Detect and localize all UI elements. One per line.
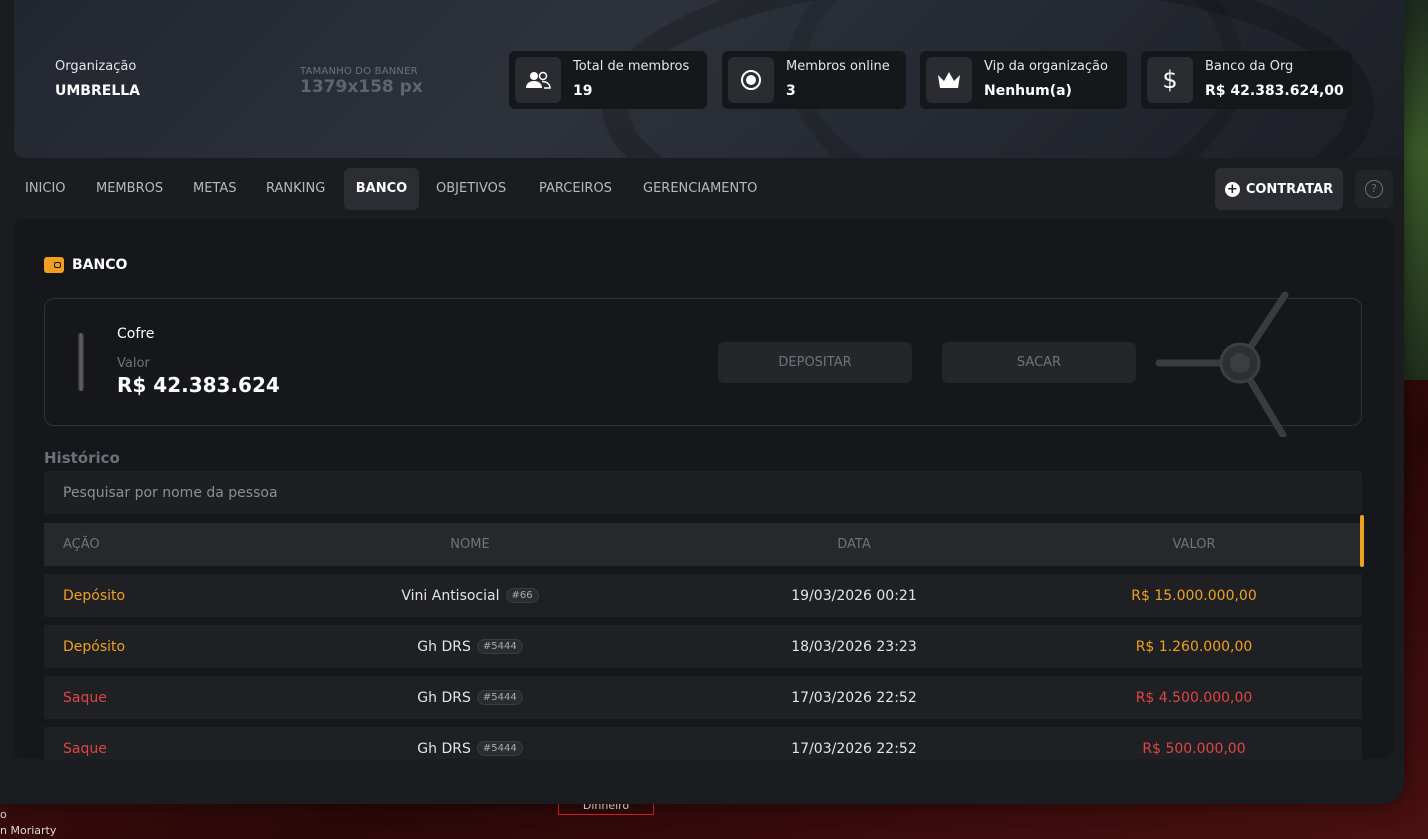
- history-scrollbar[interactable]: [1360, 515, 1364, 567]
- stat-value: R$ 42.383.624,00: [1205, 83, 1344, 99]
- stat-value: Nenhum(a): [984, 83, 1072, 99]
- column-header-data: DATA: [837, 537, 871, 552]
- row-id-badge: #5444: [476, 639, 523, 654]
- history-search-input[interactable]: [44, 471, 1362, 514]
- wallet-icon: [44, 257, 64, 273]
- row-name: Gh DRS: [417, 689, 471, 706]
- row-value: R$ 15.000.000,00: [1131, 587, 1257, 604]
- row-date: 18/03/2026 23:23: [791, 638, 917, 655]
- section-title: BANCO: [44, 257, 127, 273]
- row-action: Depósito: [63, 587, 126, 604]
- row-name: Gh DRS: [417, 638, 471, 655]
- stat-online-members: Membros online 3: [722, 51, 906, 109]
- background-text-line: o: [0, 808, 7, 821]
- tab-metas[interactable]: METAS: [182, 168, 248, 210]
- tab-membros[interactable]: MEMBROS: [85, 168, 174, 210]
- stat-label: Vip da organização: [984, 59, 1108, 74]
- tab-gerenciamento[interactable]: GERENCIAMENTO: [632, 168, 768, 210]
- column-header-nome: NOME: [450, 537, 490, 552]
- withdraw-button[interactable]: SACAR: [942, 342, 1136, 383]
- row-action: Depósito: [63, 638, 126, 655]
- stat-total-members: Total de membros 19: [509, 51, 707, 109]
- row-name: Gh DRS: [417, 740, 471, 757]
- org-label: Organização: [55, 59, 137, 74]
- stat-org-bank: $ Banco da Org R$ 42.383.624,00: [1141, 51, 1352, 109]
- dollar-icon: $: [1147, 57, 1193, 103]
- table-row: Saque Gh DRS #5444 17/03/2026 22:52 R$ 4…: [44, 676, 1362, 719]
- row-action: Saque: [63, 689, 107, 706]
- row-value: R$ 1.260.000,00: [1135, 638, 1253, 655]
- contratar-label: CONTRATAR: [1245, 181, 1334, 197]
- stat-org-vip: Vip da organização Nenhum(a): [920, 51, 1127, 109]
- tab-parceiros[interactable]: PARCEIROS: [528, 168, 623, 210]
- tab-objetivos[interactable]: OBJETIVOS: [425, 168, 517, 210]
- row-date: 19/03/2026 00:21: [791, 587, 917, 604]
- row-name-cell: Vini Antisocial #66: [244, 574, 696, 617]
- row-action: Saque: [63, 740, 107, 757]
- row-value: R$ 4.500.000,00: [1135, 689, 1253, 706]
- help-button[interactable]: ?: [1355, 170, 1393, 208]
- vault-value: R$ 42.383.624: [117, 373, 280, 397]
- row-date: 17/03/2026 22:52: [791, 740, 917, 757]
- crown-icon: [926, 57, 972, 103]
- row-name-cell: Gh DRS #5444: [244, 727, 696, 759]
- row-name-cell: Gh DRS #5444: [244, 625, 696, 668]
- vault-value-label: Valor: [117, 356, 150, 371]
- table-row: Saque Gh DRS #5444 17/03/2026 22:52 R$ 5…: [44, 727, 1362, 759]
- row-name: Vini Antisocial: [401, 587, 500, 604]
- vault-handle-icon: [78, 333, 84, 391]
- stat-value: 19: [573, 83, 593, 99]
- tab-ranking[interactable]: RANKING: [255, 168, 336, 210]
- tab-banco[interactable]: BANCO: [344, 168, 419, 210]
- stat-value: 3: [786, 83, 796, 99]
- column-header-acao: AÇÃO: [63, 537, 100, 552]
- contratar-button[interactable]: + CONTRATAR: [1215, 168, 1343, 210]
- vault-card: Cofre Valor R$ 42.383.624 DEPOSITAR SACA…: [44, 291, 1362, 437]
- row-date: 17/03/2026 22:52: [791, 689, 917, 706]
- table-row: Depósito Vini Antisocial #66 19/03/2026 …: [44, 574, 1362, 617]
- section-title-text: BANCO: [72, 257, 128, 273]
- history-table-header: AÇÃO NOME DATA VALOR: [44, 523, 1362, 566]
- plus-icon: +: [1224, 181, 1240, 197]
- vault-title: Cofre: [117, 326, 155, 342]
- banner-size-label: TAMANHO DO BANNER: [300, 66, 418, 77]
- background-text-line: n Moriarty: [0, 824, 57, 837]
- online-icon: [728, 57, 774, 103]
- tab-inicio[interactable]: INICIO: [14, 168, 77, 210]
- table-row: Depósito Gh DRS #5444 18/03/2026 23:23 R…: [44, 625, 1362, 668]
- row-value: R$ 500.000,00: [1142, 740, 1246, 757]
- column-header-valor: VALOR: [1172, 537, 1216, 552]
- banner-size-value: 1379x158 px: [300, 77, 423, 97]
- deposit-button[interactable]: DEPOSITAR: [718, 342, 912, 383]
- history-title: Histórico: [44, 449, 120, 467]
- stat-label: Membros online: [786, 59, 890, 74]
- row-id-badge: #5444: [476, 690, 523, 705]
- bank-content: BANCO Cofre Valor R$ 42.383.624 DEPOSITA…: [14, 219, 1393, 759]
- users-icon: [515, 57, 561, 103]
- row-id-badge: #66: [505, 588, 539, 603]
- row-id-badge: #5444: [476, 741, 523, 756]
- org-name: UMBRELLA: [55, 83, 140, 99]
- vault-wheel-icon: [1155, 291, 1289, 437]
- organization-panel: Organização UMBRELLA TAMANHO DO BANNER 1…: [0, 0, 1404, 804]
- stat-label: Banco da Org: [1205, 59, 1294, 74]
- stat-label: Total de membros: [573, 59, 690, 74]
- row-name-cell: Gh DRS #5444: [244, 676, 696, 719]
- help-icon: ?: [1365, 180, 1383, 198]
